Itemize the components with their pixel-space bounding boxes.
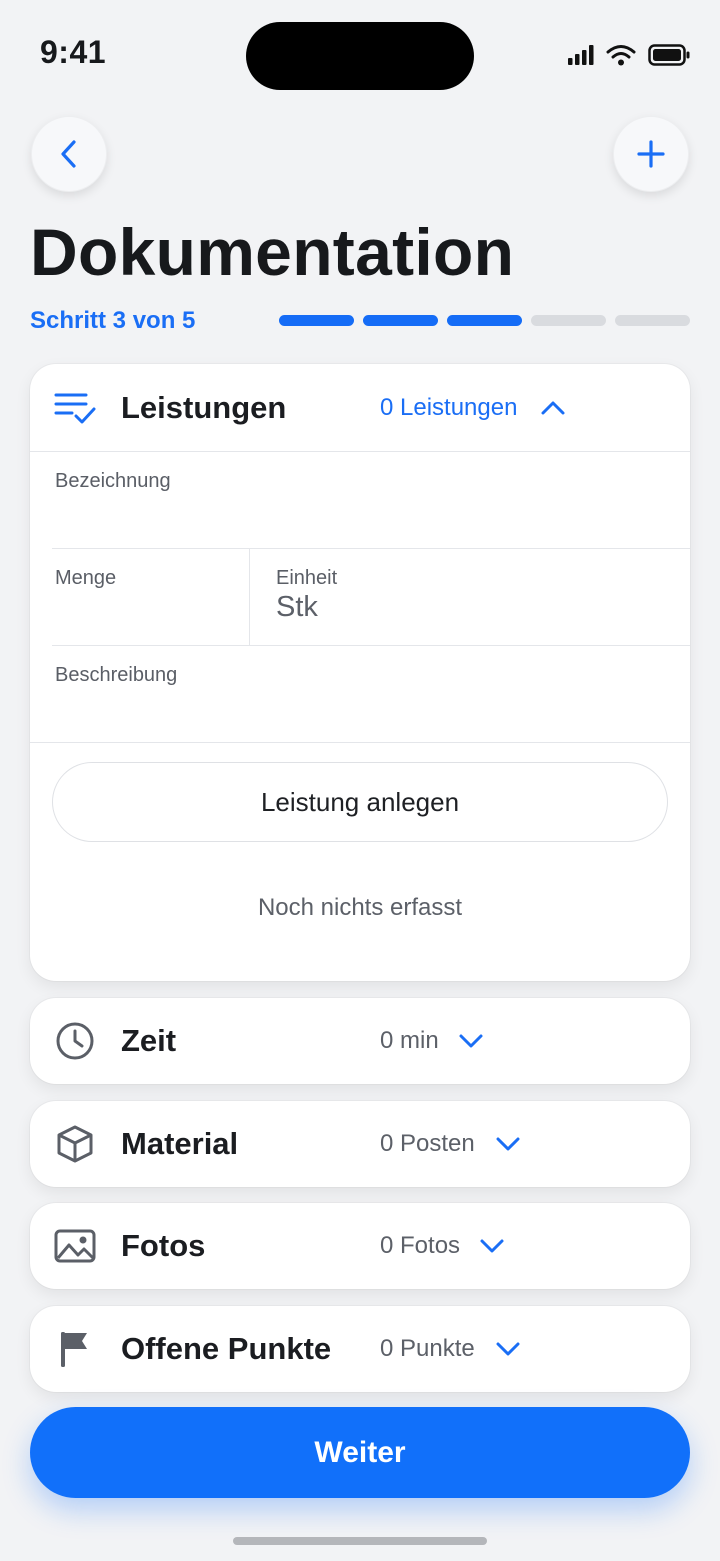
beschreibung-field[interactable]: Beschreibung (30, 646, 690, 743)
progress-segment (447, 315, 522, 326)
status-icons (568, 44, 690, 66)
battery-icon (648, 44, 690, 66)
material-card[interactable]: Material 0 Posten (30, 1101, 690, 1187)
section-count: 0 Punkte (380, 1335, 475, 1362)
chevron-up-icon[interactable] (539, 394, 567, 422)
leistungen-card: Leistungen 0 Leistungen Bezeichnung Meng… (30, 364, 690, 981)
step-progress (279, 315, 690, 326)
field-label: Menge (55, 567, 117, 589)
field-value: Stk (276, 591, 318, 623)
image-icon (54, 1225, 96, 1267)
menge-einheit-row: Menge Einheit Stk (52, 549, 690, 646)
chevron-left-icon (61, 140, 76, 168)
chevron-down-icon[interactable] (494, 1335, 522, 1363)
zeit-card[interactable]: Zeit 0 min (30, 998, 690, 1084)
box-icon (54, 1123, 96, 1165)
status-time: 9:41 (40, 34, 107, 70)
step-label: Schritt 3 von 5 (30, 307, 196, 334)
menge-field[interactable]: Menge (52, 549, 249, 645)
chevron-down-icon[interactable] (457, 1027, 485, 1055)
next-button[interactable]: Weiter (30, 1407, 690, 1498)
back-button[interactable] (31, 116, 107, 192)
section-title: Fotos (121, 1228, 206, 1263)
wifi-icon (606, 45, 636, 66)
signal-icon (568, 45, 594, 65)
add-button[interactable] (613, 116, 689, 192)
section-count: 0 Leistungen (380, 393, 518, 421)
progress-segment (363, 315, 438, 326)
flag-icon (54, 1328, 96, 1370)
progress-segment (615, 315, 690, 326)
empty-state-text: Noch nichts erfasst (257, 894, 463, 921)
field-label: Einheit (276, 567, 338, 589)
plus-icon (637, 140, 665, 168)
section-title: Zeit (121, 1023, 177, 1058)
checklist-icon (54, 387, 96, 429)
clock-icon (54, 1020, 96, 1062)
field-label: Bezeichnung (55, 470, 171, 492)
bezeichnung-field[interactable]: Bezeichnung (52, 452, 690, 549)
field-label: Beschreibung (55, 664, 178, 686)
create-leistung-button[interactable]: Leistung anlegen (52, 762, 668, 842)
section-title: Material (121, 1126, 239, 1161)
section-count: 0 Fotos (380, 1232, 461, 1259)
section-count: 0 Posten (380, 1130, 475, 1157)
home-indicator (233, 1537, 487, 1545)
dynamic-island (246, 22, 474, 90)
leistungen-header[interactable]: Leistungen 0 Leistungen (30, 364, 690, 452)
progress-segment (531, 315, 606, 326)
section-count: 0 min (380, 1027, 439, 1054)
chevron-down-icon[interactable] (494, 1130, 522, 1158)
einheit-field[interactable]: Einheit Stk (250, 549, 690, 645)
chevron-down-icon[interactable] (478, 1232, 506, 1260)
section-title: Leistungen (121, 389, 287, 425)
offene-punkte-card[interactable]: Offene Punkte 0 Punkte (30, 1306, 690, 1392)
page-title: Dokumentation (30, 215, 515, 289)
fotos-card[interactable]: Fotos 0 Fotos (30, 1203, 690, 1289)
section-title: Offene Punkte (121, 1331, 332, 1366)
progress-segment (279, 315, 354, 326)
